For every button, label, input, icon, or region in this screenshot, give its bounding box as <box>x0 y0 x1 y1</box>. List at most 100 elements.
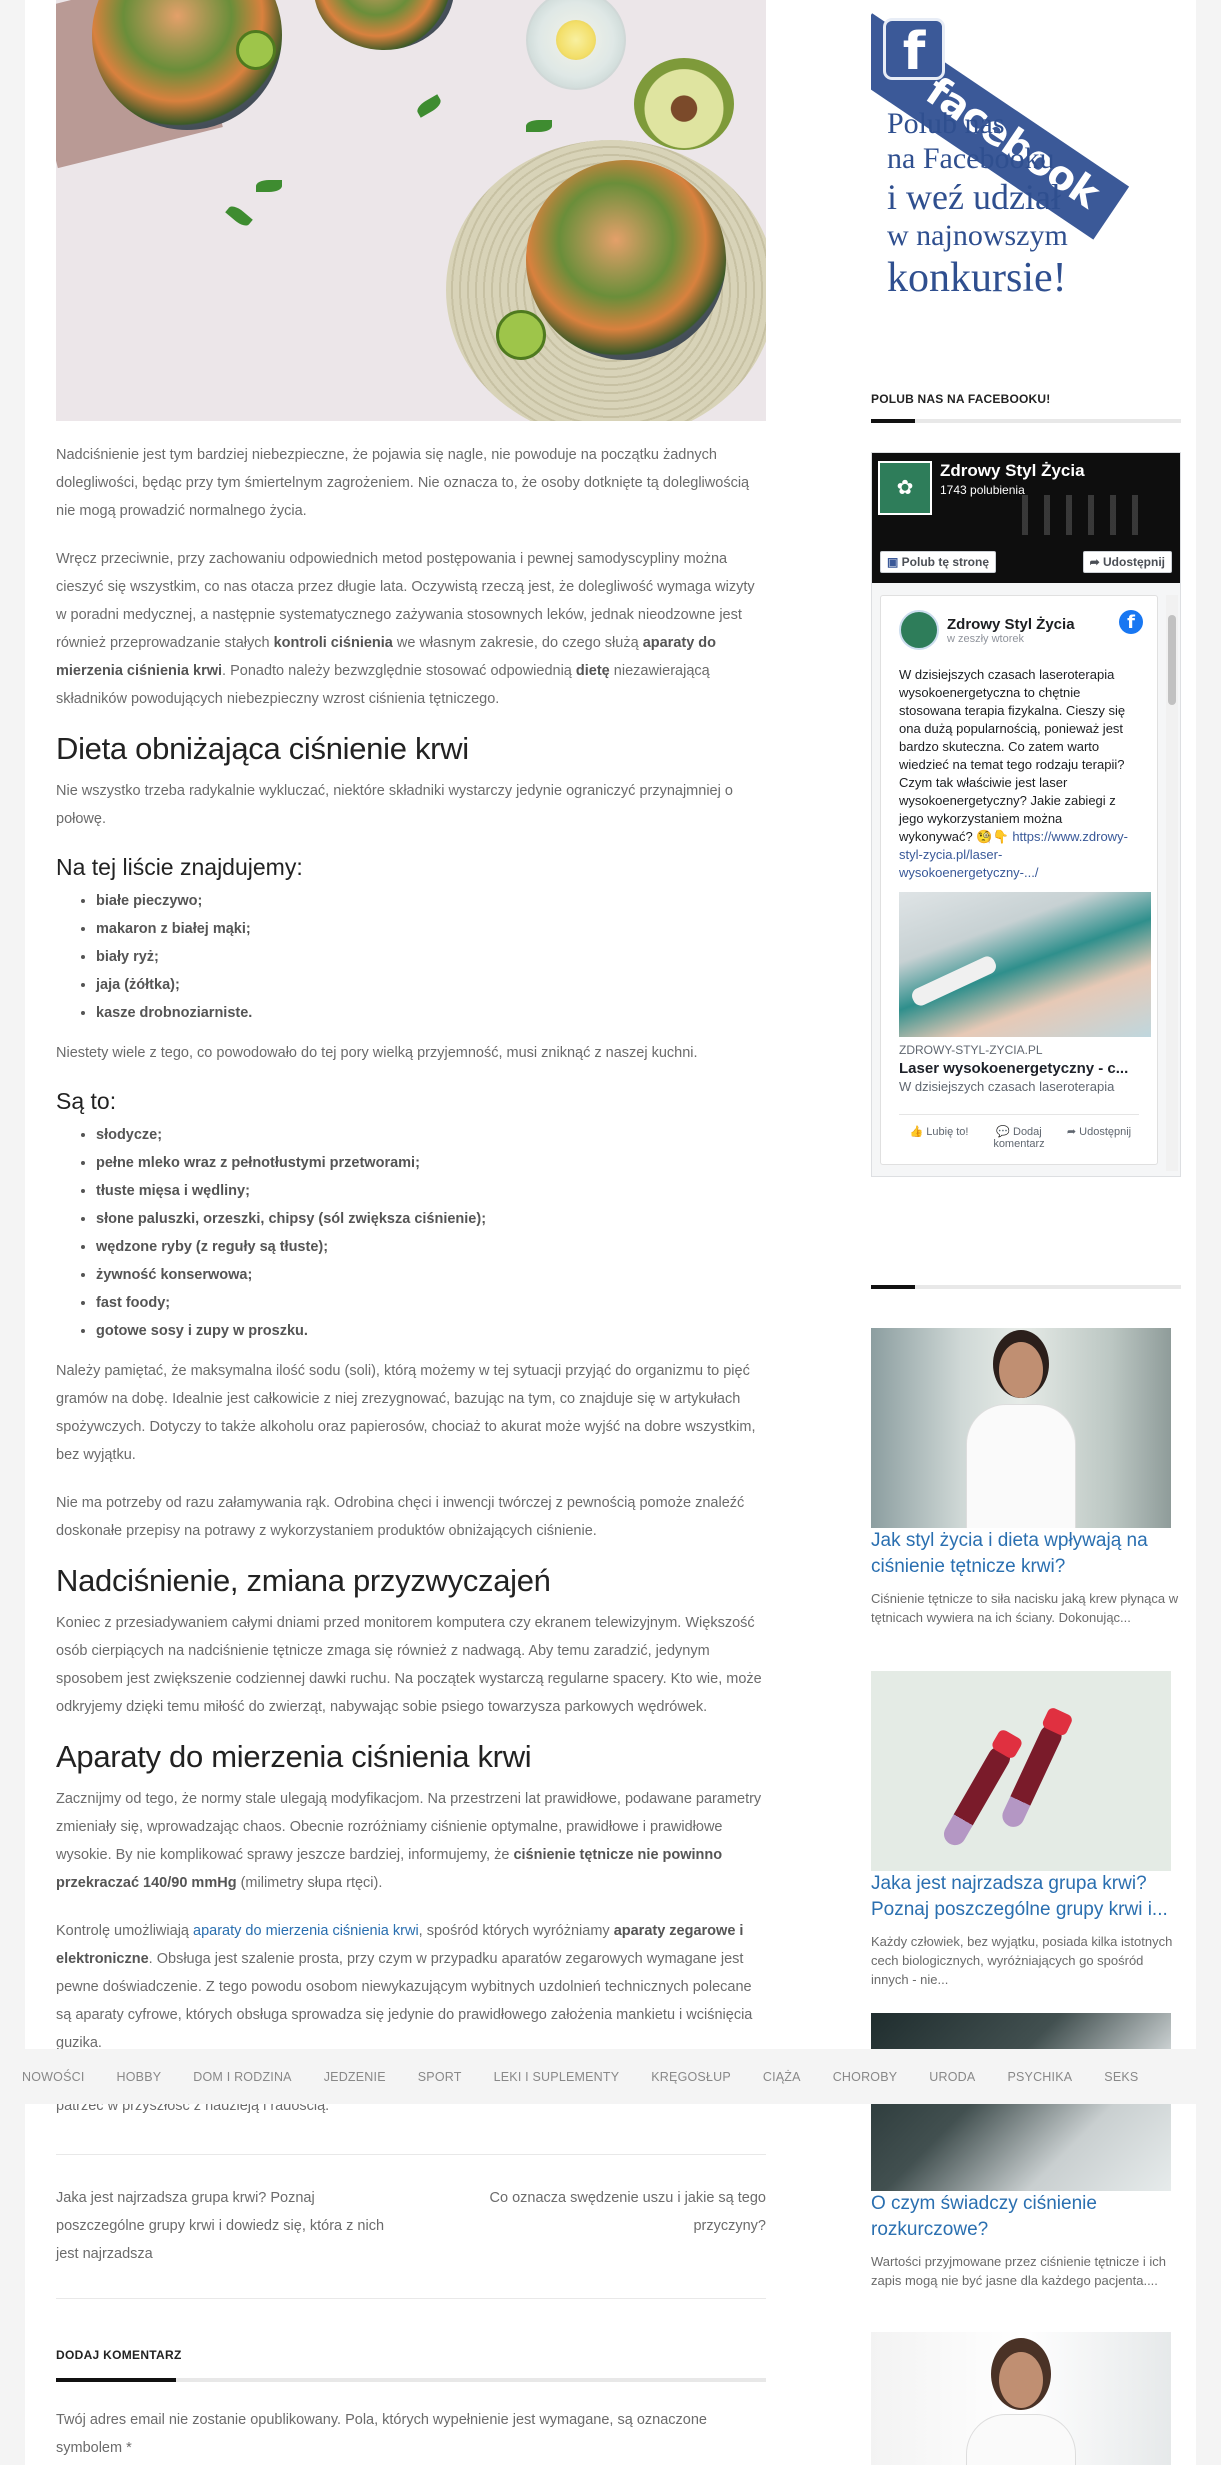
facebook-page-plugin: ✿ Zdrowy Styl Życia 1743 polubienia ▣ Po… <box>871 452 1181 1177</box>
facebook-icon[interactable]: f <box>1119 610 1143 634</box>
bullet-list: białe pieczywo; makaron z białej mąki; b… <box>96 887 766 1027</box>
paragraph: Wręcz przeciwnie, przy zachowaniu odpowi… <box>56 545 766 713</box>
like-page-label: Polub tę stronę <box>901 555 990 569</box>
nav-item-ciaza[interactable]: CIĄŻA <box>763 2070 801 2084</box>
post-navigation: Jaka jest najrzadsza grupa krwi? Poznaj … <box>56 2155 766 2298</box>
paragraph: Nadciśnienie jest tym bardziej niebezpie… <box>56 447 750 519</box>
sidebar: facebook f Polub nas na Facebooku i weź … <box>871 0 1181 1177</box>
link-preview-image[interactable] <box>899 892 1151 1037</box>
list-item: fast foody; <box>96 1289 766 1317</box>
page-likes: 1743 polubienia <box>940 483 1025 497</box>
post-actions: 👍 Lubię to! 💬 Dodaj komentarz ➦ Udostępn… <box>899 1114 1139 1150</box>
list-item: jaja (żółtka); <box>96 971 766 999</box>
banner-line: na Facebooku <box>887 142 1055 175</box>
link-description: W dzisiejszych czasach laseroterapia <box>899 1079 1115 1094</box>
facebook-promo-banner[interactable]: facebook f Polub nas na Facebooku i weź … <box>871 0 1140 313</box>
text: , spośród których wyróżniamy <box>418 1923 614 1939</box>
sidebar-post-card[interactable]: Jaka jest najrzadsza grupa krwi? Poznaj … <box>871 1671 1181 1989</box>
text: we własnym zakresie, do czego służą <box>392 635 643 651</box>
nav-item-psychika[interactable]: PSYCHIKA <box>1007 2070 1072 2084</box>
post-excerpt: Każdy człowiek, bez wyjątku, posiada kil… <box>871 1934 1173 1987</box>
list-item: wędzone ryby (z reguły są tłuste); <box>96 1233 766 1261</box>
list-item: słone paluszki, orzeszki, chipsy (sól zw… <box>96 1205 766 1233</box>
post-date[interactable]: w zeszły wtorek <box>947 633 1075 645</box>
share-page-button[interactable]: ➦ Udostępnij <box>1082 551 1172 573</box>
share-action-label: Udostępnij <box>1079 1126 1132 1138</box>
nav-item-jedzenie[interactable]: JEDZENIE <box>324 2070 386 2084</box>
link-domain: ZDROWY-STYL-ZYCIA.PL <box>899 1043 1043 1057</box>
title-underline <box>871 419 1181 423</box>
list-item: słodycze; <box>96 1121 766 1149</box>
nav-item-kregoslup[interactable]: KRĘGOSŁUP <box>651 2070 731 2084</box>
list-item: biały ryż; <box>96 943 766 971</box>
post-author[interactable]: Zdrowy Styl Życia <box>947 616 1075 633</box>
widget-title: POLUB NAS NA FACEBOOKU! <box>871 392 1051 406</box>
section-heading: Aparaty do mierzenia ciśnienia krwi <box>56 1739 532 1774</box>
banner-line: i weź udział <box>887 177 1061 217</box>
share-action[interactable]: ➦ Udostępnij <box>1059 1125 1139 1150</box>
nav-item-choroby[interactable]: CHOROBY <box>833 2070 898 2084</box>
section-heading: Dieta obniżająca ciśnienie krwi <box>56 731 469 766</box>
like-action-label: Lubię to! <box>926 1126 969 1138</box>
avatar[interactable] <box>899 610 939 650</box>
facebook-icon: f <box>883 18 945 82</box>
share-icon: ➦ <box>1066 1126 1080 1138</box>
scrollbar[interactable] <box>1166 595 1178 1171</box>
post-text: W dzisiejszych czasach laseroterapia wys… <box>899 666 1139 882</box>
text: . Obsługa jest szalenie prosta, przy czy… <box>56 1951 753 2051</box>
banner-tagline: Polub nas na Facebooku i weź udział w na… <box>887 106 1137 302</box>
post-meta: Zdrowy Styl Życia w zeszły wtorek <box>947 616 1075 645</box>
paragraph: Nie wszystko trzeba radykalnie wykluczać… <box>56 783 733 827</box>
list-item: kasze drobnoziarniste. <box>96 999 766 1027</box>
inline-link[interactable]: aparaty do mierzenia ciśnienia krwi <box>193 1923 419 1939</box>
text: . Ponadto należy bezwzględnie stosować o… <box>222 663 576 679</box>
comment-icon: 💬 <box>996 1126 1013 1138</box>
list-item: pełne mleko wraz z pełnotłustymi przetwo… <box>96 1149 766 1177</box>
post-title[interactable]: O czym świadczy ciśnienie rozkurczowe? <box>871 2191 1181 2243</box>
list-item: białe pieczywo; <box>96 887 766 915</box>
subsection-heading: Są to: <box>56 1088 117 1114</box>
nav-item-hobby[interactable]: HOBBY <box>117 2070 162 2084</box>
list-item: żywność konserwowa; <box>96 1261 766 1289</box>
divider <box>56 2298 766 2299</box>
banner-line: w najnowszym <box>887 219 1068 252</box>
post-title[interactable]: Jak styl życia i dieta wpływają na ciśni… <box>871 1528 1181 1580</box>
page-name[interactable]: Zdrowy Styl Życia <box>940 461 1085 481</box>
paragraph: Niestety wiele z tego, co powodowało do … <box>56 1045 698 1061</box>
section-heading: Nadciśnienie, zmiana przyzwyczajeń <box>56 1563 551 1598</box>
facebook-feed[interactable]: Zdrowy Styl Życia w zeszły wtorek f W dz… <box>880 595 1158 1165</box>
banner-line: konkursie! <box>887 255 1067 301</box>
paragraph: Nie ma potrzeby od razu załamywania rąk.… <box>56 1495 745 1539</box>
nav-item-sport[interactable]: SPORT <box>418 2070 462 2084</box>
like-action[interactable]: 👍 Lubię to! <box>899 1125 979 1150</box>
next-post-link[interactable]: Co oznacza swędzenie uszu i jakie są teg… <box>416 2184 766 2268</box>
share-page-label: Udostępnij <box>1103 555 1165 569</box>
page-logo[interactable]: ✿ <box>878 461 932 515</box>
like-page-button[interactable]: ▣ Polub tę stronę <box>880 551 997 573</box>
comment-section-title: DODAJ KOMENTARZ <box>56 2348 182 2362</box>
nav-item-seks[interactable]: SEKS <box>1104 2070 1138 2084</box>
sidebar-post-card[interactable] <box>871 2332 1181 2465</box>
post-footer: patrzeć w przyszłość z nadzieją i radośc… <box>56 2092 766 2462</box>
nav-item-uroda[interactable]: URODA <box>929 2070 975 2084</box>
featured-image <box>56 0 766 421</box>
list-item: tłuste mięsa i wędliny; <box>96 1177 766 1205</box>
text: (milimetry słupa rtęci). <box>236 1875 383 1891</box>
post-title[interactable]: Jaka jest najrzadsza grupa krwi? Poznaj … <box>871 1871 1181 1923</box>
link-title[interactable]: Laser wysokoenergetyczny - c... <box>899 1060 1139 1077</box>
category-navbar: NOWOŚCI HOBBY DOM I RODZINA JEDZENIE SPO… <box>0 2049 1221 2104</box>
bullet-list: słodycze; pełne mleko wraz z pełnotłusty… <box>96 1121 766 1345</box>
nav-item-dom-i-rodzina[interactable]: DOM I RODZINA <box>193 2070 291 2084</box>
post-header: Zdrowy Styl Życia w zeszły wtorek <box>899 610 1139 650</box>
nav-item-leki-i-suplementy[interactable]: LEKI I SUPLEMENTY <box>494 2070 620 2084</box>
previous-post-link[interactable]: Jaka jest najrzadsza grupa krwi? Poznaj … <box>56 2184 406 2268</box>
list-item: makaron z białej mąki; <box>96 915 766 943</box>
post-thumbnail[interactable] <box>871 1328 1171 1528</box>
thumbs-up-icon: 👍 <box>909 1126 927 1138</box>
comment-action[interactable]: 💬 Dodaj komentarz <box>979 1125 1059 1150</box>
sidebar-post-card[interactable]: Jak styl życia i dieta wpływają na ciśni… <box>871 1328 1181 1627</box>
article-body: Nadciśnienie jest tym bardziej niebezpie… <box>56 421 766 2057</box>
nav-item-nowosci[interactable]: NOWOŚCI <box>22 2070 85 2084</box>
post-thumbnail[interactable] <box>871 2332 1171 2465</box>
post-thumbnail[interactable] <box>871 1671 1171 1871</box>
